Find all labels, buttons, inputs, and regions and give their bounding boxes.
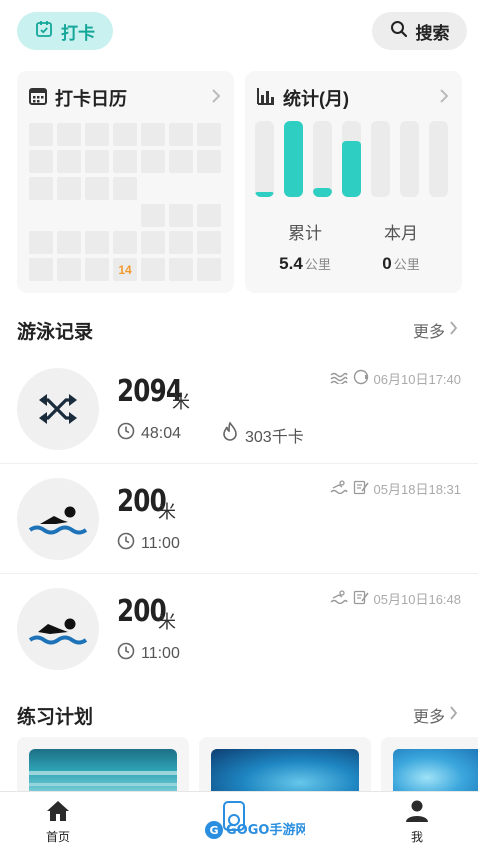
flame-icon	[221, 421, 239, 447]
tab-home-label: 首页	[46, 830, 71, 844]
total-label: 累计	[288, 224, 322, 243]
swim-stroke-icon	[330, 590, 348, 607]
total-unit: 公里	[304, 257, 331, 272]
swim-record[interactable]: 2094 米 48:04 303千卡 06月10日17:40	[0, 354, 478, 464]
bar-track	[284, 121, 303, 197]
plans-title: 练习计划	[17, 707, 94, 728]
tab-me[interactable]: 我	[405, 800, 429, 845]
clock-icon	[117, 642, 135, 665]
calendar-check-icon	[35, 20, 53, 43]
record-duration: 48:04	[141, 424, 182, 442]
chevron-right-icon	[449, 320, 458, 341]
home-icon	[46, 800, 70, 825]
record-unit: 米	[158, 612, 176, 632]
swimmer-icon	[17, 478, 99, 560]
tab-me-label: 我	[410, 830, 423, 844]
edit-icon	[353, 589, 369, 608]
chevron-right-icon	[211, 88, 221, 109]
plan-image	[29, 749, 177, 797]
calendar-grid: 14	[29, 123, 225, 285]
record-calories: 303千卡	[245, 428, 304, 446]
swimmer-icon	[17, 588, 99, 670]
bar-track	[371, 121, 390, 197]
clock-icon	[117, 422, 135, 445]
watermark-text: GOGO手游网	[226, 822, 305, 838]
plan-image	[211, 749, 359, 797]
record-date: 05月18日18:31	[373, 482, 461, 497]
more-label: 更多	[412, 709, 445, 726]
chevron-right-icon	[449, 705, 458, 726]
bar-track	[429, 121, 448, 197]
plan-image	[393, 749, 478, 797]
bar-track	[255, 121, 274, 197]
monthly-bar-chart	[255, 121, 448, 197]
records-more-link[interactable]: 更多	[413, 318, 458, 342]
monthly-stats-card[interactable]: 统计(月) 累计 5.4 公里 本月 0 公里	[245, 71, 462, 293]
bar-fill	[255, 192, 274, 197]
svg-text:G: G	[209, 824, 218, 837]
record-unit: 米	[158, 502, 176, 522]
tab-home[interactable]: 首页	[46, 800, 70, 845]
record-date: 06月10日17:40	[373, 372, 461, 387]
checkin-button[interactable]: 打卡	[17, 12, 113, 50]
more-label: 更多	[412, 324, 445, 341]
bar-fill	[313, 188, 332, 197]
record-unit: 米	[172, 392, 190, 412]
search-icon	[390, 20, 408, 43]
month-value: 0	[382, 254, 392, 273]
record-duration: 11:00	[141, 644, 180, 662]
plan-card[interactable]	[17, 737, 189, 797]
plan-card[interactable]	[199, 737, 371, 797]
search-label: 搜索	[415, 23, 450, 43]
plans-more-link[interactable]: 更多	[413, 703, 458, 727]
bar-fill	[342, 141, 361, 197]
month-label: 本月	[384, 224, 418, 243]
total-value: 5.4	[279, 254, 303, 273]
watermark-logo: G GOGO手游网	[200, 800, 308, 848]
swim-record[interactable]: 200 米 11:00 05月18日18:31	[0, 464, 478, 574]
swim-record[interactable]: 200 米 11:00 05月10日16:48	[0, 574, 478, 684]
records-title: 游泳记录	[17, 322, 94, 343]
stats-title: 统计(月)	[283, 89, 349, 109]
bar-fill	[284, 121, 303, 197]
calendar-day-highlight[interactable]: 14	[113, 258, 137, 281]
checkin-calendar-card[interactable]: 打卡日历 14	[17, 71, 234, 293]
swim-stroke-icon	[330, 480, 348, 497]
bar-track	[313, 121, 332, 197]
pool-icon	[330, 370, 348, 387]
watch-icon	[353, 369, 369, 388]
month-unit: 公里	[393, 257, 420, 272]
chevron-right-icon	[439, 88, 449, 109]
edit-icon	[353, 479, 369, 498]
bar-chart-icon	[256, 86, 276, 111]
user-icon	[405, 800, 429, 825]
clock-icon	[117, 532, 135, 555]
checkin-label: 打卡	[61, 23, 95, 43]
record-date: 05月10日16:48	[373, 592, 461, 607]
record-duration: 11:00	[141, 534, 180, 552]
calendar-title: 打卡日历	[55, 89, 127, 109]
plan-card[interactable]	[381, 737, 478, 797]
calendar-icon	[28, 86, 48, 111]
bar-track	[400, 121, 419, 197]
shuffle-icon	[17, 368, 99, 450]
bar-track	[342, 121, 361, 197]
search-button[interactable]: 搜索	[372, 12, 467, 50]
